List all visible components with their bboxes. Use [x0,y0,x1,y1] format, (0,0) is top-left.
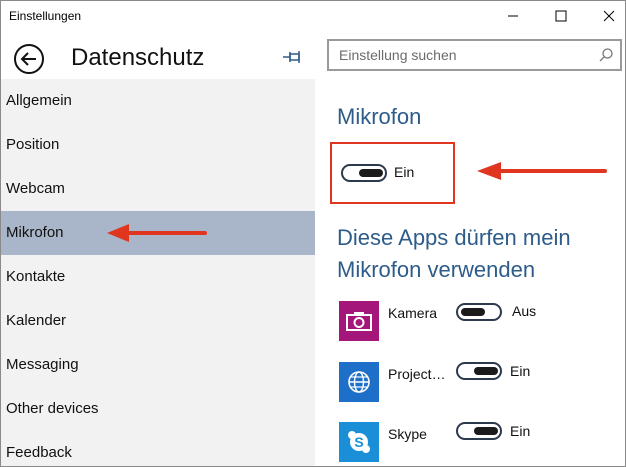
pin-icon [283,51,300,63]
sidebar-item-kalender[interactable]: Kalender [1,299,315,343]
app-toggle-kamera[interactable] [456,303,502,321]
list-item-app-skype: S Skype Ein [315,422,625,466]
page-header: Datenschutz [1,31,315,79]
window-title: Einstellungen [9,9,82,23]
list-item-app-project: Project… Ein [315,362,625,406]
app-name: Project… [388,366,446,382]
app-name: Skype [388,426,427,442]
toggle-knob [359,169,383,177]
search-icon[interactable] [598,47,614,63]
camera-icon [339,301,379,341]
annotation-arrow-toggle-icon [477,162,607,180]
close-button[interactable] [586,1,625,31]
annotation-arrow-nav-icon [107,224,207,242]
app-toggle-label: Ein [510,423,531,439]
title-bar: Einstellungen [1,1,625,31]
svg-text:S: S [354,434,363,450]
main-content: Einstellung suchen Mikrofon Ein Diese Ap… [315,31,625,466]
minimize-button[interactable] [490,1,536,31]
search-input[interactable]: Einstellung suchen [327,39,622,71]
search-placeholder: Einstellung suchen [339,47,457,63]
settings-window: Einstellungen Datenschutz Allgemein Posi… [0,0,626,467]
sidebar-item-other-devices[interactable]: Other devices [1,387,315,431]
close-icon [603,10,615,22]
skype-icon: S [339,422,379,462]
globe-icon [339,362,379,402]
sidebar-item-kontakte[interactable]: Kontakte [1,255,315,299]
apps-section-title-line1: Diese Apps dürfen mein [337,225,571,250]
toggle-knob [474,427,498,435]
app-toggle-project[interactable] [456,362,502,380]
sidebar-item-webcam[interactable]: Webcam [1,167,315,211]
maximize-button[interactable] [538,1,584,31]
page-title: Datenschutz [71,44,205,71]
mic-toggle[interactable] [341,164,387,182]
section-title-mikrofon: Mikrofon [337,104,422,129]
app-toggle-label: Ein [510,363,531,379]
minimize-icon [508,15,518,17]
list-item-app-kamera: Kamera Aus [315,301,625,345]
mic-toggle-label: Ein [394,164,415,180]
toggle-knob [474,367,498,375]
pin-button[interactable] [281,48,305,66]
back-arrow-icon [14,44,44,74]
back-button[interactable] [13,43,45,75]
app-toggle-skype[interactable] [456,422,502,440]
sidebar-item-position[interactable]: Position [1,123,315,167]
maximize-icon [555,10,567,22]
sidebar-nav: Allgemein Position Webcam Mikrofon Konta… [1,79,315,466]
sidebar-item-allgemein[interactable]: Allgemein [1,79,315,123]
toggle-knob [461,308,485,316]
sidebar-item-feedback[interactable]: Feedback [1,431,315,466]
app-toggle-label: Aus [512,303,537,319]
app-name: Kamera [388,305,438,321]
sidebar-item-messaging[interactable]: Messaging [1,343,315,387]
apps-section-title-line2: Mikrofon verwenden [337,257,536,282]
